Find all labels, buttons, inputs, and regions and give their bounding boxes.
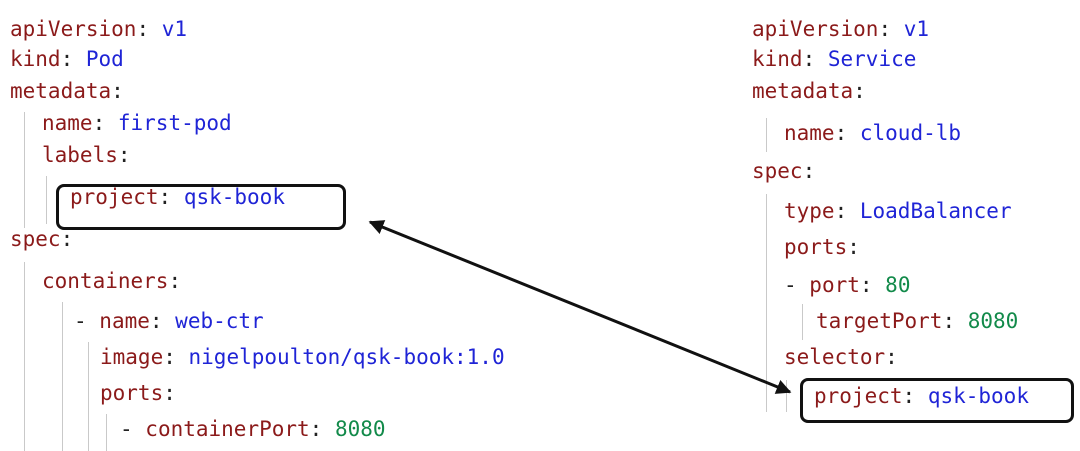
label-match-arrow [368,220,792,394]
arrow-line [368,220,792,394]
